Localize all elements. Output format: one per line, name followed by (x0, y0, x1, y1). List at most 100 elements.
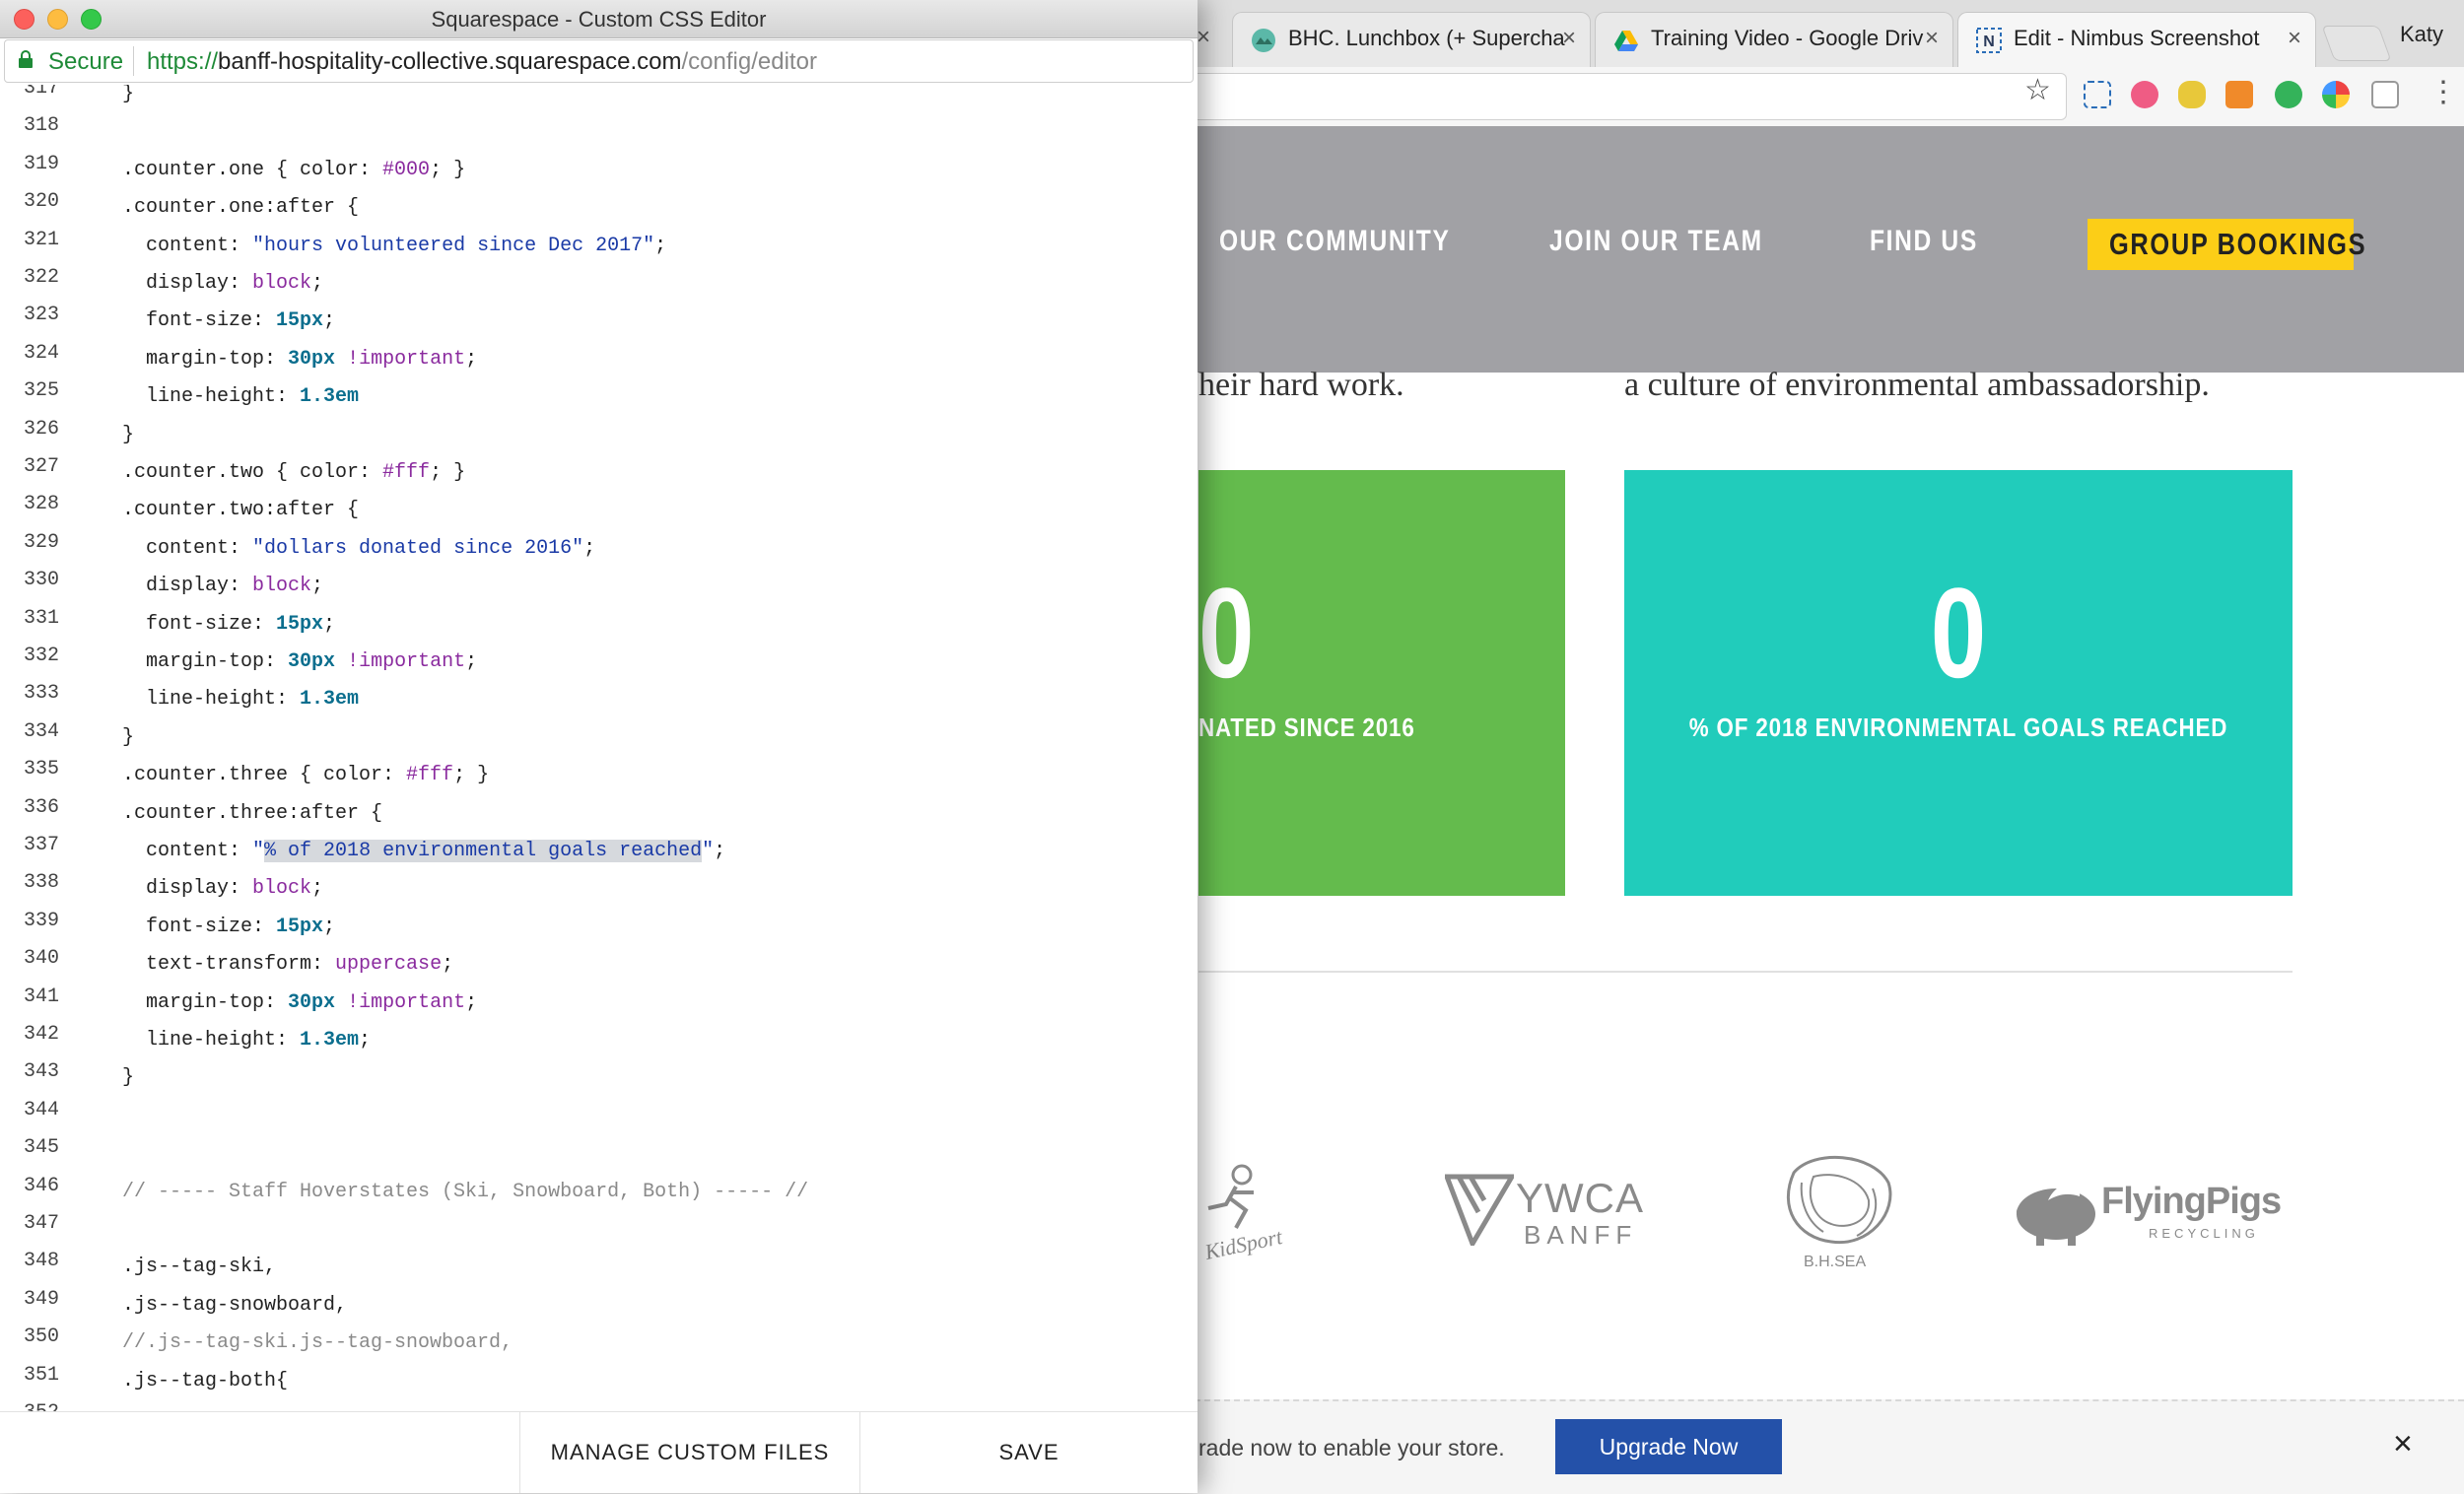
code-line[interactable]: 324 margin-top: 30px !important; (0, 340, 1198, 377)
code-token: margin-top: (122, 347, 289, 371)
code-line[interactable]: 334} (0, 718, 1198, 756)
omnibox[interactable] (1124, 73, 2067, 120)
browser-menu-icon[interactable]: ⋮ (2429, 75, 2458, 109)
code-line[interactable]: 326} (0, 416, 1198, 453)
nav-group-bookings-label: GROUP BOOKINGS (2109, 227, 2367, 261)
code-line[interactable]: 348 .js--tag-ski, (0, 1248, 1198, 1285)
code-token: block (252, 575, 312, 598)
color-picker-extension-icon[interactable] (2322, 81, 2350, 108)
code-line[interactable]: 340 text-transform: uppercase; (0, 945, 1198, 983)
upgrade-now-button[interactable]: Upgrade Now (1555, 1419, 1782, 1474)
bhsea-logo[interactable]: B.H.SEA (1774, 1153, 1902, 1277)
code-line[interactable]: 343} (0, 1058, 1198, 1096)
code-line[interactable]: 336 .counter.three:after { (0, 794, 1198, 832)
code-line[interactable]: 350 //.js--tag-ski.js--tag-snowboard, (0, 1324, 1198, 1361)
line-number: 341 (23, 985, 59, 1008)
chart-extension-icon[interactable] (2225, 81, 2253, 108)
code-line[interactable]: 342 line-height: 1.3em; (0, 1021, 1198, 1058)
tab-close-icon[interactable]: × (1562, 25, 1576, 52)
tab-nimbus-screenshot[interactable]: N Edit - Nimbus Screenshot × (1957, 12, 2316, 67)
line-number: 343 (23, 1060, 59, 1084)
kidsport-figure-icon (1207, 1164, 1254, 1229)
svg-text:N: N (1983, 34, 1995, 50)
nav-group-bookings-button[interactable]: GROUP BOOKINGS (2088, 219, 2365, 270)
kidsport-logo[interactable]: KidSport (1197, 1163, 1284, 1264)
code-line[interactable]: 335 .counter.three { color: #fff; } (0, 756, 1198, 793)
code-token: margin-top: (122, 650, 289, 673)
code-line[interactable]: 349 .js--tag-snowboard, (0, 1286, 1198, 1324)
code-text: display: block; (122, 877, 323, 900)
code-line[interactable]: 319 .counter.one { color: #000; } (0, 151, 1198, 188)
code-text: display: block; (122, 272, 323, 295)
camera-extension-icon[interactable] (2131, 81, 2158, 108)
nav-join-our-team[interactable]: JOIN OUR TEAM (1549, 225, 1763, 258)
code-token: ; (359, 1029, 372, 1052)
flying-pigs-logo[interactable]: FlyingPigs RECYCLING (2007, 1173, 2302, 1252)
code-line[interactable]: 321 content: "hours volunteered since De… (0, 227, 1198, 264)
nimbus-extension-icon[interactable] (2084, 81, 2111, 108)
line-number: 349 (23, 1287, 59, 1311)
css-code-editor[interactable]: 317} 318 319 .counter.one { color: #000; } 3… (0, 85, 1198, 1411)
code-line[interactable]: 332 margin-top: 30px !important; (0, 643, 1198, 680)
nav-our-community[interactable]: OUR COMMUNITY (1219, 225, 1451, 258)
ywca-banff-logo[interactable]: YWCA BANFF (1445, 1173, 1643, 1252)
code-line[interactable]: 320 .counter.one:after { (0, 188, 1198, 226)
section-divider (1198, 971, 2293, 973)
code-line[interactable]: 333 line-height: 1.3em (0, 680, 1198, 717)
line-number: 328 (23, 493, 59, 516)
code-token: 15px (276, 612, 324, 636)
line-number: 317 (23, 85, 59, 100)
code-line[interactable]: 318 (0, 112, 1198, 150)
code-line[interactable]: 323 font-size: 15px; (0, 302, 1198, 339)
code-token: ; (311, 877, 324, 901)
chat-extension-icon[interactable] (2178, 81, 2206, 108)
code-line[interactable]: 322 display: block; (0, 264, 1198, 302)
editor-address-bar[interactable]: Secure https://banff-hospitality-collect… (4, 39, 1194, 83)
code-text: } (122, 424, 134, 446)
save-button[interactable]: SAVE (860, 1412, 1198, 1493)
partial-tab-close-icon[interactable]: × (1197, 24, 1210, 51)
clip-extension-icon[interactable] (2371, 81, 2399, 108)
tab-close-icon[interactable]: × (2288, 25, 2301, 52)
tab-training-video[interactable]: Training Video - Google Driv × (1595, 12, 1953, 67)
code-token: 1.3em (300, 688, 360, 712)
nav-find-us[interactable]: FIND US (1870, 225, 1978, 258)
code-line[interactable]: 345 (0, 1134, 1198, 1172)
code-line[interactable]: 330 display: block; (0, 567, 1198, 604)
code-token: ; } (453, 764, 490, 787)
code-line[interactable]: 351 .js--tag-both{ (0, 1362, 1198, 1399)
line-number: 326 (23, 417, 59, 441)
code-text: } (122, 726, 134, 749)
code-line[interactable]: 327 .counter.two { color: #fff; } (0, 453, 1198, 491)
new-tab-button[interactable] (2321, 26, 2392, 61)
tab-bhc-lunchbox[interactable]: BHC. Lunchbox (+ Supercha × (1232, 12, 1591, 67)
code-text: content: "% of 2018 environmental goals … (122, 840, 725, 862)
code-line[interactable]: 346 // ----- Staff Hoverstates (Ski, Snow… (0, 1173, 1198, 1210)
line-number: 346 (23, 1174, 59, 1197)
code-line[interactable]: 337 content: "% of 2018 environmental go… (0, 832, 1198, 869)
code-text: content: "dollars donated since 2016"; (122, 537, 595, 560)
code-line[interactable]: 344 (0, 1097, 1198, 1134)
code-line[interactable]: 352 (0, 1399, 1198, 1411)
green-extension-icon[interactable] (2275, 81, 2302, 108)
google-drive-icon (1614, 31, 1638, 51)
line-number: 338 (23, 871, 59, 895)
code-line[interactable]: 339 font-size: 15px; (0, 908, 1198, 945)
code-line[interactable]: 325 line-height: 1.3em (0, 377, 1198, 415)
code-token: ; (654, 234, 667, 257)
code-line[interactable]: 341 margin-top: 30px !important; (0, 984, 1198, 1021)
upgrade-banner-close-icon[interactable]: × (2393, 1425, 2413, 1463)
code-line[interactable]: 338 display: block; (0, 869, 1198, 907)
tab-close-icon[interactable]: × (1925, 25, 1939, 52)
code-line[interactable]: 328 .counter.two:after { (0, 491, 1198, 528)
code-line[interactable]: 331 font-size: 15px; (0, 605, 1198, 643)
code-line[interactable]: 329 content: "dollars donated since 2016… (0, 529, 1198, 567)
profile-name[interactable]: Katy (2400, 22, 2443, 47)
code-token: ; (323, 612, 336, 636)
bookmark-star-icon[interactable]: ☆ (2024, 73, 2051, 107)
code-line[interactable]: 317} (0, 85, 1198, 112)
manage-custom-files-button[interactable]: MANAGE CUSTOM FILES (520, 1412, 859, 1493)
code-line[interactable]: 347 (0, 1210, 1198, 1248)
line-number: 345 (23, 1136, 59, 1160)
code-token: margin-top: (122, 990, 289, 1014)
